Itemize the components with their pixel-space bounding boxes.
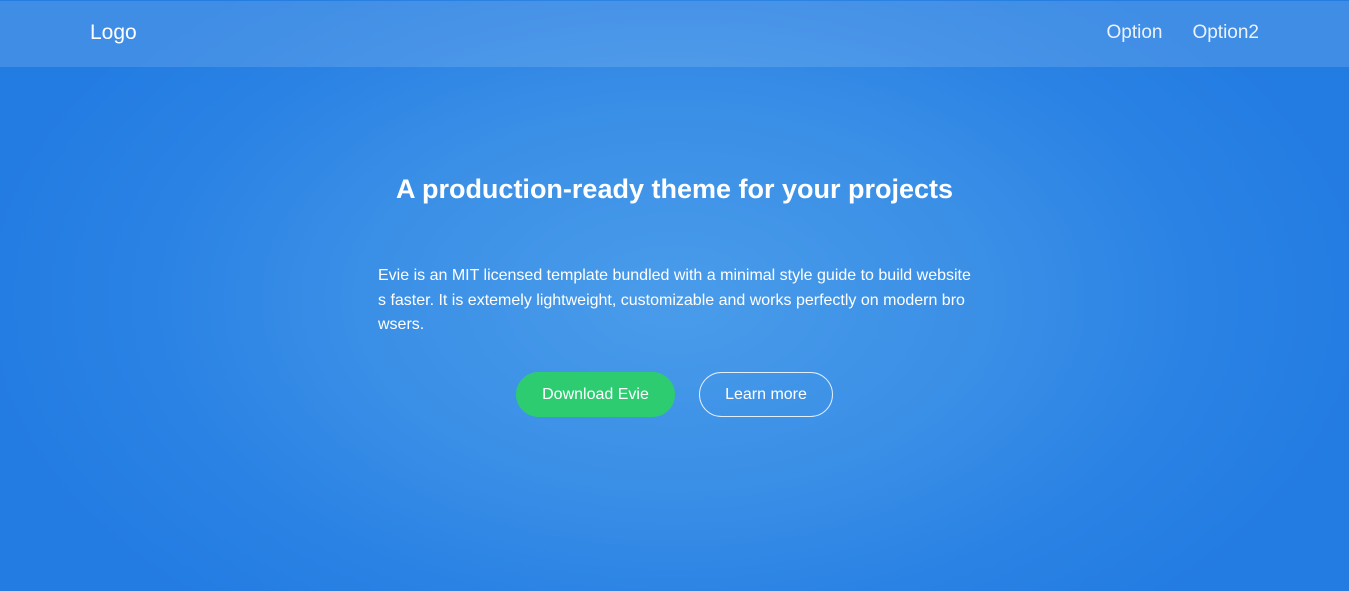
logo[interactable]: Logo <box>90 21 137 45</box>
hero-title: A production-ready theme for your projec… <box>395 174 954 204</box>
download-button[interactable]: Download Evie <box>516 372 675 417</box>
top-navbar: Logo Option Option2 <box>0 1 1349 67</box>
main-nav: Option Option2 <box>1106 22 1259 44</box>
nav-link-option2[interactable]: Option2 <box>1192 22 1259 44</box>
learn-more-button[interactable]: Learn more <box>699 372 833 417</box>
nav-link-option[interactable]: Option <box>1106 22 1162 44</box>
hero-description: Evie is an MIT licensed template bundled… <box>378 267 971 333</box>
